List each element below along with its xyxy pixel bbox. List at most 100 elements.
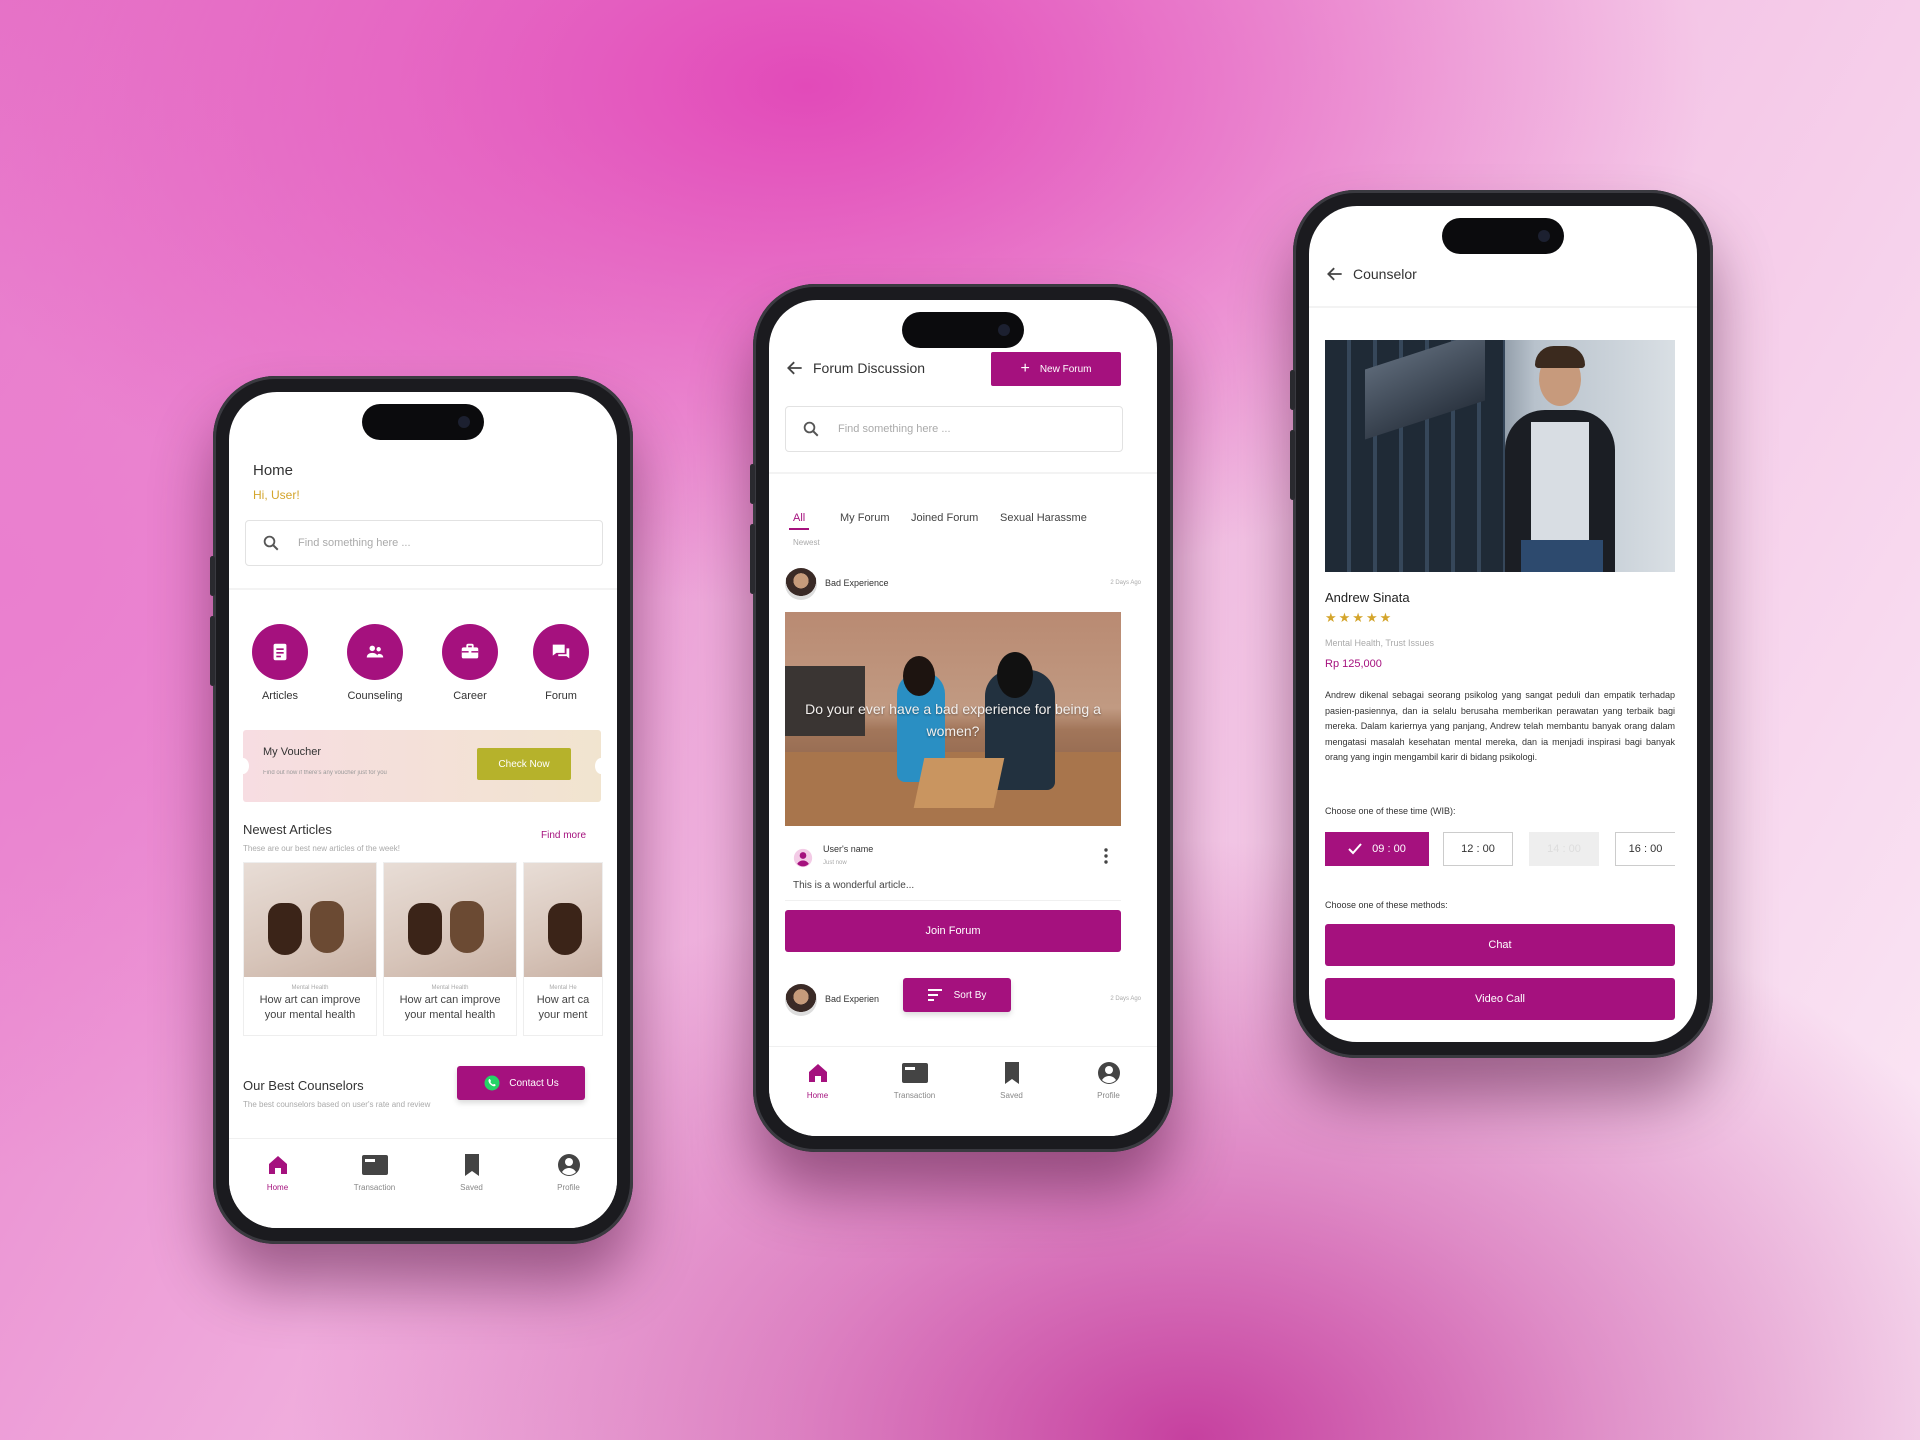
post-time: 2 Days Ago: [1110, 580, 1141, 586]
home-screen: Home Hi, User! Find something here ... A…: [229, 392, 617, 1228]
sort-by-button[interactable]: Sort By: [903, 978, 1011, 1012]
bottom-nav: Home Transaction Saved Profile: [769, 1046, 1157, 1136]
greeting: Hi, User!: [253, 488, 300, 502]
category-label: Counseling: [347, 690, 403, 702]
article-card[interactable]: Mental Health How art can improve your me…: [383, 862, 517, 1036]
section-subtitle: The best counselors based on user's rate…: [243, 1100, 431, 1109]
nav-label: Profile: [1097, 1091, 1120, 1100]
nav-label: Transaction: [353, 1183, 396, 1192]
video-call-button[interactable]: Video Call: [1325, 978, 1675, 1020]
side-button: [210, 556, 215, 596]
side-button: [750, 464, 755, 504]
profile-icon: [557, 1154, 580, 1176]
avatar: [785, 568, 817, 600]
home-icon: [268, 1156, 287, 1174]
forum-screen: Forum Discussion + New Forum Find someth…: [769, 300, 1157, 1136]
category-forum[interactable]: Forum: [521, 624, 601, 702]
search-input[interactable]: Find something here ...: [785, 406, 1123, 452]
avatar: [785, 984, 817, 1016]
rating-stars: ★★★★★: [1325, 610, 1394, 625]
user-avatar-icon: [793, 848, 813, 868]
nav-profile[interactable]: Profile: [1079, 1061, 1139, 1100]
contact-us-button[interactable]: Contact Us: [457, 1066, 585, 1100]
chat-button[interactable]: Chat: [1325, 924, 1675, 966]
tab-my-forum[interactable]: My Forum: [840, 512, 890, 524]
category-articles[interactable]: Articles: [240, 624, 320, 702]
article-image: [524, 863, 602, 977]
article-image: [384, 863, 516, 977]
nav-transaction[interactable]: Transaction: [345, 1153, 405, 1192]
nav-transaction[interactable]: Transaction: [885, 1061, 945, 1100]
divider: [769, 472, 1157, 474]
section-label: Newest: [793, 538, 820, 547]
search-placeholder: Find something here ...: [298, 537, 411, 549]
dynamic-island: [1442, 218, 1564, 254]
article-category: Mental Health: [291, 985, 329, 991]
voucher-card: My Voucher Find out now if there's any v…: [237, 730, 607, 802]
image-caption: Do your ever have a bad experience for b…: [805, 701, 1101, 739]
counselor-name: Andrew Sinata: [1325, 590, 1410, 605]
more-vert-icon[interactable]: [1103, 848, 1109, 864]
transaction-icon: [901, 1063, 928, 1083]
nav-saved[interactable]: Saved: [442, 1153, 502, 1192]
time-slot[interactable]: 16 : 00: [1615, 832, 1675, 866]
tab-joined-forum[interactable]: Joined Forum: [911, 512, 978, 524]
tab-sexual-harassment[interactable]: Sexual Harassme: [1000, 512, 1087, 524]
nav-saved[interactable]: Saved: [982, 1061, 1042, 1100]
home-icon: [808, 1064, 827, 1082]
new-forum-button[interactable]: + New Forum: [991, 352, 1121, 386]
nav-home[interactable]: Home: [788, 1061, 848, 1100]
divider: [1309, 306, 1697, 308]
time-label: 09 : 00: [1372, 843, 1406, 855]
join-forum-button[interactable]: Join Forum: [785, 910, 1121, 952]
nav-profile[interactable]: Profile: [539, 1153, 599, 1192]
profile-icon: [1097, 1062, 1120, 1084]
article-title: How art can improve your mental health: [259, 994, 361, 1021]
plus-icon: +: [1020, 360, 1030, 377]
nav-home[interactable]: Home: [248, 1153, 308, 1192]
back-arrow-icon[interactable]: [785, 358, 805, 378]
search-icon: [803, 421, 819, 437]
side-button: [750, 524, 755, 594]
search-icon: [263, 535, 279, 551]
tab-all[interactable]: All: [793, 512, 805, 524]
voucher-subtitle: Find out now if there's any voucher just…: [263, 770, 387, 776]
bookmark-icon: [464, 1154, 479, 1176]
counselor-photo: [1325, 340, 1675, 572]
tab-indicator: [789, 528, 809, 530]
page-title: Forum Discussion: [813, 360, 926, 376]
post-title: Bad Experien: [825, 994, 880, 1004]
article-card[interactable]: Mental Health How art can improve your me…: [243, 862, 377, 1036]
time-slot[interactable]: 12 : 00: [1443, 832, 1513, 866]
bookmark-icon: [1004, 1062, 1019, 1084]
nav-label: Home: [806, 1091, 829, 1100]
time-slot-disabled: 14 : 00: [1529, 832, 1599, 866]
search-input[interactable]: Find something here ...: [245, 520, 603, 566]
article-card[interactable]: Mental He How art ca your ment: [523, 862, 603, 1036]
check-icon: [1348, 843, 1362, 855]
section-title: Newest Articles: [243, 822, 332, 837]
article-icon: [252, 624, 308, 680]
briefcase-icon: [442, 624, 498, 680]
phone-home: Home Hi, User! Find something here ... A…: [210, 376, 633, 1244]
specialties: Mental Health, Trust Issues: [1325, 638, 1435, 648]
check-now-button[interactable]: Check Now: [477, 748, 571, 780]
category-career[interactable]: Career: [430, 624, 510, 702]
nav-label: Home: [266, 1183, 289, 1192]
category-counseling[interactable]: Counseling: [335, 624, 415, 702]
post-time: 2 Days Ago: [1110, 996, 1141, 1002]
comment-user: User's name: [823, 844, 874, 854]
page-title: Counselor: [1353, 266, 1417, 282]
ticket-notch: [237, 758, 249, 774]
category-label: Career: [453, 690, 487, 702]
section-subtitle: These are our best new articles of the w…: [243, 844, 400, 853]
nav-label: Saved: [460, 1183, 483, 1192]
back-arrow-icon[interactable]: [1325, 264, 1345, 284]
find-more-link[interactable]: Find more: [541, 830, 586, 841]
phone-forum: Forum Discussion + New Forum Find someth…: [750, 284, 1173, 1152]
article-image: [244, 863, 376, 977]
divider: [229, 588, 617, 590]
time-slot-selected[interactable]: 09 : 00: [1325, 832, 1429, 866]
new-forum-label: New Forum: [1039, 363, 1092, 375]
people-icon: [347, 624, 403, 680]
